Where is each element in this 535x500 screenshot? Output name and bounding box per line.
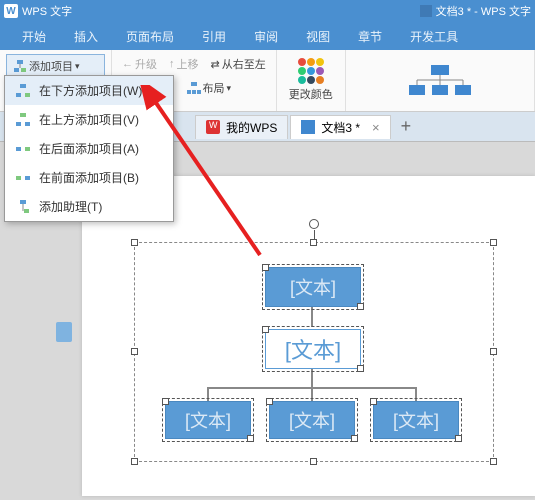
resize-handle[interactable]: [131, 348, 138, 355]
promote-label: 升级: [135, 56, 157, 72]
layout-button[interactable]: 布局▾: [183, 78, 236, 98]
doc-tab-doc3[interactable]: 文档3 * ×: [290, 115, 390, 139]
connector: [311, 387, 313, 401]
arrow-up-icon: ↑: [169, 58, 175, 70]
resize-handle[interactable]: [490, 239, 497, 246]
tab-insert[interactable]: 插入: [62, 23, 110, 50]
connector: [311, 369, 313, 387]
doc-tab-doc3-label: 文档3 *: [321, 119, 360, 136]
change-color-button[interactable]: 更改颜色: [283, 54, 339, 106]
org-node-child[interactable]: [文本]: [265, 329, 361, 369]
layout-icon: [187, 81, 201, 95]
org-node-root-text: [文本]: [290, 274, 336, 300]
color-palette-icon: [298, 58, 324, 84]
close-icon[interactable]: ×: [372, 120, 380, 135]
tab-start[interactable]: 开始: [10, 23, 58, 50]
add-after-label: 在后面添加项目(A): [39, 140, 139, 157]
connector: [415, 387, 417, 401]
layout-label: 布局: [203, 80, 225, 96]
tab-dev[interactable]: 开发工具: [398, 23, 470, 50]
org-chart-style-button[interactable]: [385, 54, 495, 107]
doc-tab-mywps-label: 我的WPS: [226, 119, 277, 136]
wps-icon: [206, 120, 220, 134]
org-node-leaf1[interactable]: [文本]: [165, 401, 251, 439]
org-node-root[interactable]: [文本]: [265, 267, 361, 307]
chevron-down-icon: ▾: [227, 83, 232, 94]
new-tab-button[interactable]: +: [393, 116, 420, 137]
doc-status: 文档3 * - WPS 文字: [436, 3, 531, 19]
resize-handle[interactable]: [131, 458, 138, 465]
diagram-frame[interactable]: [文本] [文本] [文本] [文本] [文本]: [134, 242, 494, 462]
add-item-dropdown: 在下方添加项目(W) 在上方添加项目(V) 在后面添加项目(A) 在前面添加项目…: [4, 75, 174, 222]
resize-handle[interactable]: [310, 458, 317, 465]
org-node-leaf3[interactable]: [文本]: [373, 401, 459, 439]
rtl-button[interactable]: ⇄从右至左: [207, 54, 270, 74]
doc-icon: [301, 120, 315, 134]
add-assistant-icon: [15, 199, 31, 215]
connector: [311, 307, 313, 327]
org-node-child-text: [文本]: [285, 333, 341, 365]
main-tabs: 开始 插入 页面布局 引用 审阅 视图 章节 开发工具: [0, 22, 535, 50]
add-before-label: 在前面添加项目(B): [39, 169, 139, 186]
page-canvas[interactable]: [文本] [文本] [文本] [文本] [文本]: [82, 176, 535, 496]
org-node-leaf3-text: [文本]: [393, 407, 439, 433]
app-title: WPS 文字: [22, 3, 72, 19]
add-above-icon: [15, 112, 31, 128]
add-after-item[interactable]: 在后面添加项目(A): [5, 134, 173, 163]
add-before-item[interactable]: 在前面添加项目(B): [5, 163, 173, 192]
change-color-label: 更改颜色: [289, 86, 333, 102]
rtl-label: 从右至左: [222, 56, 266, 72]
titlebar: W WPS 文字 文档3 * - WPS 文字: [0, 0, 535, 22]
add-assistant-item[interactable]: 添加助理(T): [5, 192, 173, 221]
tab-reference[interactable]: 引用: [190, 23, 238, 50]
org-node-leaf1-text: [文本]: [185, 407, 231, 433]
org-chart-style-icon: [405, 63, 475, 99]
resize-handle[interactable]: [490, 458, 497, 465]
doc-icon: [420, 5, 432, 17]
ribbon: 添加项目 ▾ ←升级 ↑上移 ⇄从右至左 → ↓下移 布局▾ 更改颜色: [0, 50, 535, 112]
page-marker-icon: [56, 322, 72, 342]
resize-handle[interactable]: [490, 348, 497, 355]
tab-page-layout[interactable]: 页面布局: [114, 23, 186, 50]
tab-review[interactable]: 审阅: [242, 23, 290, 50]
rotate-handle[interactable]: [309, 219, 319, 229]
app-logo: W: [4, 4, 18, 18]
chevron-down-icon: ▾: [75, 61, 80, 72]
add-after-icon: [15, 141, 31, 157]
resize-handle[interactable]: [131, 239, 138, 246]
arrow-left-icon: ←: [122, 58, 133, 70]
add-below-label: 在下方添加项目(W): [39, 82, 142, 99]
rtl-icon: ⇄: [211, 58, 220, 71]
add-below-item[interactable]: 在下方添加项目(W): [5, 76, 173, 105]
promote-button[interactable]: ←升级: [118, 54, 161, 74]
add-above-item[interactable]: 在上方添加项目(V): [5, 105, 173, 134]
org-node-leaf2-text: [文本]: [289, 407, 335, 433]
add-assistant-label: 添加助理(T): [39, 198, 102, 215]
add-before-icon: [15, 170, 31, 186]
add-item-label: 添加项目: [29, 58, 73, 74]
org-node-leaf2[interactable]: [文本]: [269, 401, 355, 439]
move-up-button[interactable]: ↑上移: [165, 54, 203, 74]
move-up-label: 上移: [177, 56, 199, 72]
add-above-label: 在上方添加项目(V): [39, 111, 139, 128]
add-below-icon: [15, 83, 31, 99]
connector: [207, 387, 209, 401]
resize-handle[interactable]: [310, 239, 317, 246]
doc-tab-mywps[interactable]: 我的WPS: [195, 115, 288, 139]
tab-chapter[interactable]: 章节: [346, 23, 394, 50]
tab-view[interactable]: 视图: [294, 23, 342, 50]
add-item-icon: [13, 59, 27, 73]
